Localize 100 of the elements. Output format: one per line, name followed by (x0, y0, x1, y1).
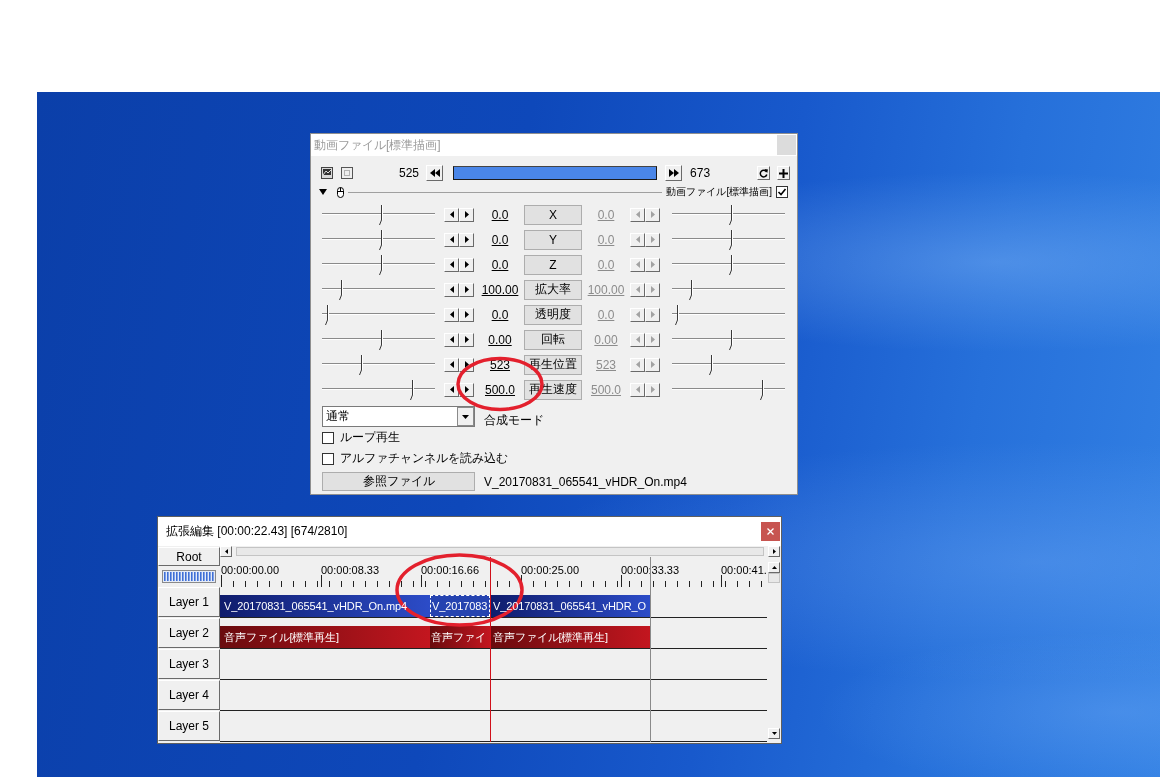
param-value[interactable]: 0.00 (488, 332, 512, 347)
slider-track[interactable] (672, 279, 785, 300)
refresh-icon (759, 168, 769, 178)
scrollbar-thumb[interactable] (236, 547, 764, 556)
image-icon[interactable] (321, 167, 333, 179)
close-button[interactable] (761, 522, 780, 541)
param-value[interactable]: 0.0 (491, 232, 509, 247)
caret-right-icon (650, 311, 655, 318)
slider-track[interactable] (322, 229, 435, 250)
decrement-button[interactable] (444, 307, 459, 322)
time-label: 00:00:00.00 (221, 564, 280, 576)
param-value[interactable]: 500.0 (485, 382, 515, 397)
slider-track[interactable] (672, 204, 785, 225)
decrement-button[interactable] (444, 332, 459, 347)
slider-track[interactable] (672, 254, 785, 275)
param-value[interactable]: 0.0 (491, 307, 509, 322)
video-clip[interactable]: V_2017083 (430, 595, 490, 617)
param-button[interactable]: 拡大率 (524, 279, 582, 300)
increment-button[interactable] (459, 207, 474, 222)
dotted-square-icon[interactable] (341, 167, 353, 179)
refresh-button[interactable] (757, 166, 771, 180)
decrement-button[interactable] (444, 207, 459, 222)
slider-thumb[interactable] (324, 304, 330, 325)
skip-back-button[interactable] (426, 165, 444, 181)
slider-thumb[interactable] (379, 329, 385, 350)
increment-button[interactable] (459, 257, 474, 272)
slider-thumb[interactable] (358, 354, 364, 375)
caret-down-icon[interactable] (319, 189, 327, 195)
layer-header[interactable]: Layer 4 (158, 680, 220, 710)
decrement-button[interactable] (444, 357, 459, 372)
file-name: V_20170831_065541_vHDR_On.mp4 (484, 474, 687, 489)
root-button[interactable]: Root (158, 547, 220, 566)
param-button[interactable]: X (524, 204, 582, 225)
caret-left-icon (635, 261, 640, 268)
param-button[interactable]: 透明度 (524, 304, 582, 325)
caret-left-icon (449, 261, 454, 268)
checkbox[interactable] (776, 186, 788, 198)
scroll-left-button[interactable] (220, 546, 232, 557)
slider-track[interactable] (322, 204, 435, 225)
checkbox-label[interactable]: ループ再生 (340, 429, 400, 446)
audio-clip[interactable]: 音声ファイル[標準再生] (220, 626, 430, 648)
caret-right-icon (464, 311, 469, 318)
increment-button[interactable] (459, 282, 474, 297)
slider-track[interactable] (322, 379, 435, 400)
slider-track[interactable] (322, 279, 435, 300)
param-button[interactable]: 回転 (524, 329, 582, 350)
zoom-gauge-icon[interactable] (162, 570, 216, 583)
skip-forward-button[interactable] (665, 165, 683, 181)
slider-thumb[interactable] (410, 379, 415, 400)
checkbox[interactable] (322, 452, 334, 465)
slider-track[interactable] (322, 354, 435, 375)
layer-header[interactable]: Layer 2 (158, 618, 220, 648)
increment-button[interactable] (459, 332, 474, 347)
slider-thumb[interactable] (379, 229, 385, 250)
checkbox-label[interactable]: アルファチャンネルを読み込む (340, 450, 508, 467)
param-value[interactable]: 0.0 (491, 257, 509, 272)
slider-track[interactable] (322, 304, 435, 325)
slider-track[interactable] (672, 329, 785, 350)
param-button[interactable]: Y (524, 229, 582, 250)
add-button[interactable] (777, 166, 791, 180)
decrement-button[interactable] (444, 232, 459, 247)
audio-clip[interactable]: 音声ファイル[標準再生] (490, 626, 650, 648)
slider-track[interactable] (672, 304, 785, 325)
param-value[interactable]: 0.0 (491, 207, 509, 222)
caret-left-icon (449, 211, 454, 218)
slider-track[interactable] (322, 329, 435, 350)
increment-button[interactable] (459, 232, 474, 247)
audio-clip[interactable]: 音声ファイ (430, 626, 490, 648)
fast-forward-icon (668, 169, 679, 177)
slider-track[interactable] (322, 254, 435, 275)
slider-thumb[interactable] (379, 254, 385, 275)
layer-header[interactable]: Layer 3 (158, 649, 220, 679)
param-value[interactable]: 100.00 (481, 282, 519, 297)
frame-range-bar[interactable] (453, 166, 658, 180)
increment-button[interactable] (459, 307, 474, 322)
plus-icon (779, 168, 789, 178)
scroll-up-button[interactable] (768, 562, 780, 573)
slider-track[interactable] (672, 354, 785, 375)
slider-thumb[interactable] (338, 279, 344, 300)
scroll-right-button[interactable] (768, 546, 780, 557)
layer-header[interactable]: Layer 5 (158, 711, 220, 741)
scroll-down-button[interactable] (768, 728, 780, 739)
caret-left-icon (635, 386, 640, 393)
blend-mode-dropdown[interactable]: 通常 (322, 406, 475, 427)
blend-mode-label: 合成モード (484, 414, 544, 427)
scrollbar-thumb[interactable] (768, 573, 780, 583)
decrement-button[interactable] (444, 282, 459, 297)
checkbox[interactable] (322, 431, 334, 444)
layer-header[interactable]: Layer 1 (158, 587, 220, 617)
caret-down-icon (771, 732, 777, 735)
caret-right-icon (772, 549, 776, 554)
caret-right-icon (650, 336, 655, 343)
slider-thumb[interactable] (379, 204, 385, 225)
param-value[interactable]: 523 (490, 357, 510, 372)
browse-file-button[interactable]: 参照ファイル (322, 472, 475, 491)
horizontal-scrollbar[interactable] (220, 546, 781, 557)
slider-track[interactable] (672, 229, 785, 250)
param-button[interactable]: Z (524, 254, 582, 275)
slider-track[interactable] (672, 379, 785, 400)
decrement-button[interactable] (444, 257, 459, 272)
